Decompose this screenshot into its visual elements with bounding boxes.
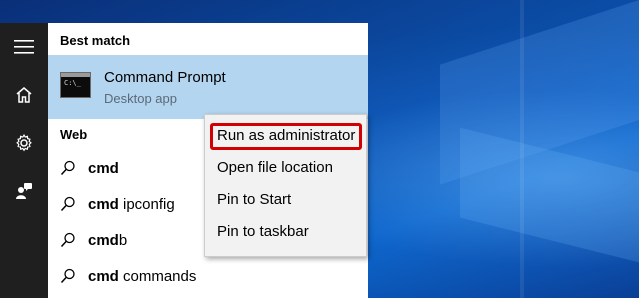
search-icon: [60, 196, 76, 217]
best-match-result[interactable]: C:\_ Command Prompt Desktop app: [48, 55, 368, 119]
menu-item-pin-to-taskbar[interactable]: Pin to taskbar: [205, 216, 366, 248]
settings-gear-icon: [15, 134, 33, 152]
best-match-heading: Best match: [60, 33, 131, 48]
feedback-button[interactable]: [0, 167, 48, 215]
home-icon: [15, 86, 33, 104]
menu-item-pin-to-start[interactable]: Pin to Start: [205, 184, 366, 216]
home-button[interactable]: [0, 71, 48, 119]
user-feedback-icon: [15, 182, 33, 200]
search-icon: [60, 268, 76, 289]
hamburger-menu-icon: [14, 40, 34, 54]
web-result-query: cmd: [88, 196, 119, 213]
search-icon: [60, 160, 76, 181]
web-heading: Web: [60, 127, 88, 142]
web-result-suffix: b: [118, 232, 128, 249]
web-result-suffix: ipconfig: [118, 196, 175, 213]
web-result[interactable]: cmd commands: [48, 259, 368, 295]
web-result-query: cmd: [88, 232, 119, 249]
web-result-suffix: commands: [118, 268, 197, 285]
search-icon: [60, 232, 76, 253]
settings-button[interactable]: [0, 119, 48, 167]
web-result-query: cmd: [88, 160, 119, 177]
wallpaper-light-beam: [520, 0, 524, 298]
context-menu: Run as administrator Open file location …: [204, 114, 367, 257]
command-prompt-icon: C:\_: [60, 72, 91, 98]
menu-item-open-file-location[interactable]: Open file location: [205, 152, 366, 184]
best-match-subtitle: Desktop app: [104, 91, 177, 106]
hamburger-menu-button[interactable]: [0, 23, 48, 71]
best-match-name: Command Prompt: [104, 69, 226, 86]
start-menu-rail: [0, 23, 48, 298]
web-result-query: cmd: [88, 268, 119, 285]
menu-item-run-as-administrator[interactable]: Run as administrator: [205, 120, 366, 152]
